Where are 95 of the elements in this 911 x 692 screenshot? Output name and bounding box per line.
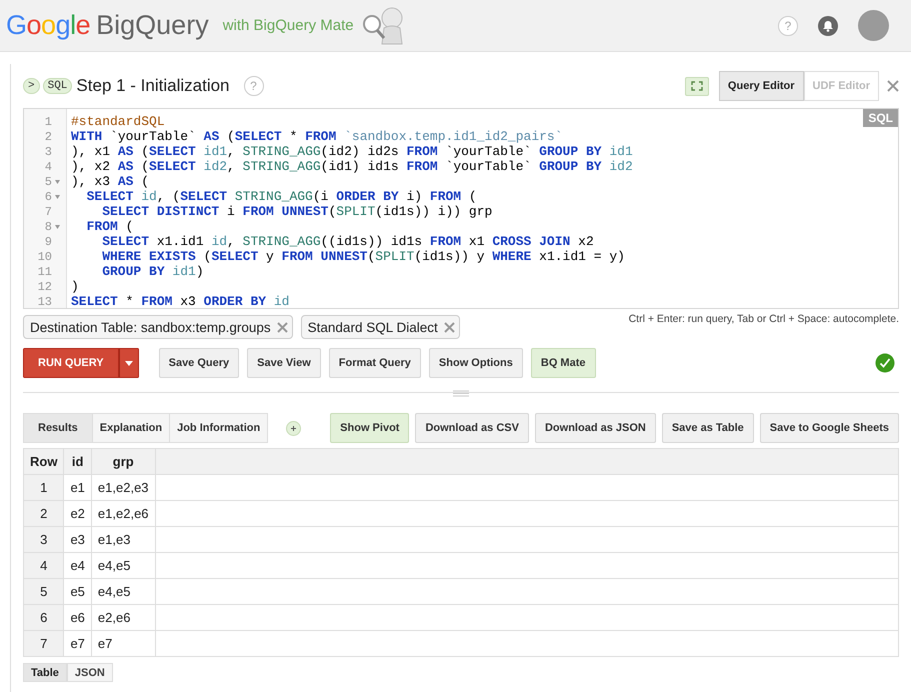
results-tab[interactable]: Job Information xyxy=(170,413,268,443)
results-tab[interactable]: Results xyxy=(23,413,93,443)
close-icon[interactable] xyxy=(887,80,899,92)
shortcut-hint: Ctrl + Enter: run query, Tab or Ctrl + Space: autocomplete. xyxy=(628,313,899,325)
results-button[interactable]: Download as JSON xyxy=(534,413,656,443)
row-number: 5 xyxy=(24,578,64,604)
line-number: 8 xyxy=(44,220,52,234)
option-chip[interactable]: Destination Table: sandbox:temp.groups xyxy=(23,315,293,339)
fold-arrow-icon[interactable] xyxy=(55,194,60,198)
results-button[interactable]: Download as CSV xyxy=(415,413,529,443)
language-badge: SQL xyxy=(42,78,72,94)
add-icon[interactable] xyxy=(286,420,302,436)
remove-icon[interactable] xyxy=(444,322,455,332)
line-number: 1 xyxy=(44,114,52,128)
line-number: 4 xyxy=(44,160,52,174)
code-line: GROUP BY id1) xyxy=(101,264,205,279)
remove-icon[interactable] xyxy=(276,322,288,332)
table-cell: e3 xyxy=(64,526,92,552)
line-number: 11 xyxy=(36,264,52,278)
code-line: SELECT id, (SELECT STRING_AGG(i ORDER BY i) FROM ( xyxy=(86,189,478,204)
run-query-button[interactable]: RUN QUERY xyxy=(23,348,119,378)
line-number: 6 xyxy=(44,190,52,204)
code-line: SELECT * FROM x3 ORDER BY id xyxy=(71,294,290,309)
line-number: 7 xyxy=(44,204,52,218)
code-editor[interactable] xyxy=(23,108,899,309)
table-cell: e1,e2,e6 xyxy=(91,500,156,526)
resize-grip-icon xyxy=(453,390,469,397)
table-cell: e4 xyxy=(64,552,92,578)
chip-label: Destination Table: sandbox:temp.groups xyxy=(30,320,271,334)
line-number: 9 xyxy=(44,234,52,248)
caret-icon xyxy=(124,360,133,366)
results-button[interactable]: Save as Table xyxy=(662,413,754,443)
fold-arrow-icon[interactable] xyxy=(55,224,60,228)
table-cell: e7 xyxy=(91,630,156,656)
fullscreen-icon xyxy=(690,81,703,91)
results-button[interactable]: Show Pivot xyxy=(330,413,410,443)
table-cell: e5 xyxy=(64,578,92,604)
step-title: Step 1 - Initialization xyxy=(76,76,230,96)
column-header: grp xyxy=(91,448,156,474)
row-number: 4 xyxy=(24,552,64,578)
code-line: SELECT x1.id1 id, STRING_AGG((id1s)) id1s FROM x1 CROSS JOIN x2 xyxy=(101,234,595,249)
line-number: 13 xyxy=(36,294,52,308)
view-tab[interactable]: Table xyxy=(23,663,67,682)
line-number: 12 xyxy=(36,280,52,294)
table-cell: e1,e3 xyxy=(91,526,156,552)
row-number: 1 xyxy=(24,474,64,500)
table-cell: e2 xyxy=(64,500,92,526)
line-number: 3 xyxy=(44,144,52,158)
run-options-button[interactable] xyxy=(118,348,139,378)
results-button[interactable]: Save to Google Sheets xyxy=(760,413,899,443)
bell-icon xyxy=(818,16,838,36)
expand-toggle[interactable]: > xyxy=(23,78,40,94)
fold-arrow-icon[interactable] xyxy=(55,180,60,184)
table-cell: e7 xyxy=(64,630,92,656)
line-number: 2 xyxy=(44,130,52,144)
check-icon xyxy=(875,353,895,373)
code-line: WHERE EXISTS (SELECT y FROM UNNEST(SPLIT(id1s)) y WHERE x1.id1 = y) xyxy=(101,249,626,264)
avatar[interactable] xyxy=(858,10,889,41)
code-line: ), x1 AS (SELECT id1, STRING_AGG(id2) id2s FROM `yourTable` GROUP BY id1 xyxy=(71,144,633,159)
line-number: 5 xyxy=(44,174,52,188)
extension-subtitle: with BigQuery Mate xyxy=(222,17,354,34)
row-number: 2 xyxy=(24,500,64,526)
results-tab[interactable]: Explanation xyxy=(92,413,170,443)
table-cell: e2,e6 xyxy=(91,604,156,630)
google-logo: Google xyxy=(6,10,90,41)
language-label: SQL xyxy=(863,109,898,127)
toolbar-button[interactable]: Save Query xyxy=(158,348,240,378)
table-cell: e6 xyxy=(64,604,92,630)
code-line: SELECT DISTINCT i FROM UNNEST(SPLIT(id1s)) i)) grp xyxy=(101,204,494,219)
fullscreen-button[interactable] xyxy=(684,76,709,96)
code-line: #standardSQL xyxy=(71,114,166,129)
chip-label: Standard SQL Dialect xyxy=(308,320,438,334)
toolbar-button[interactable]: BQ Mate xyxy=(530,348,596,378)
toolbar-button[interactable]: Save View xyxy=(247,348,321,378)
row-number: 6 xyxy=(24,604,64,630)
option-chip[interactable]: Standard SQL Dialect xyxy=(300,315,460,339)
code-line: ), x2 AS (SELECT id2, STRING_AGG(id1) id1s FROM `yourTable` GROUP BY id2 xyxy=(71,159,633,174)
product-name: BigQuery xyxy=(96,10,209,41)
row-number: 7 xyxy=(24,630,64,656)
line-number: 10 xyxy=(36,250,52,264)
code-line: ) xyxy=(71,279,80,294)
table-cell: e4,e5 xyxy=(91,552,156,578)
code-line: WITH `yourTable` AS (SELECT * FROM `sandbox.temp.id1_id2_pairs` xyxy=(71,129,564,144)
row-number: 3 xyxy=(24,526,64,552)
code-line: FROM ( xyxy=(86,219,134,234)
column-header: Row xyxy=(24,448,64,474)
code-line: ), x3 AS ( xyxy=(71,174,150,189)
table-cell: e1 xyxy=(64,474,92,500)
table-cell: e4,e5 xyxy=(91,578,156,604)
toolbar-button[interactable]: Format Query xyxy=(328,348,421,378)
column-header: id xyxy=(64,448,92,474)
table-cell: e1,e2,e3 xyxy=(91,474,156,500)
view-tab[interactable]: JSON xyxy=(66,663,113,682)
toolbar-button[interactable]: Show Options xyxy=(428,348,523,378)
editor-tab[interactable]: Query Editor xyxy=(718,71,804,101)
